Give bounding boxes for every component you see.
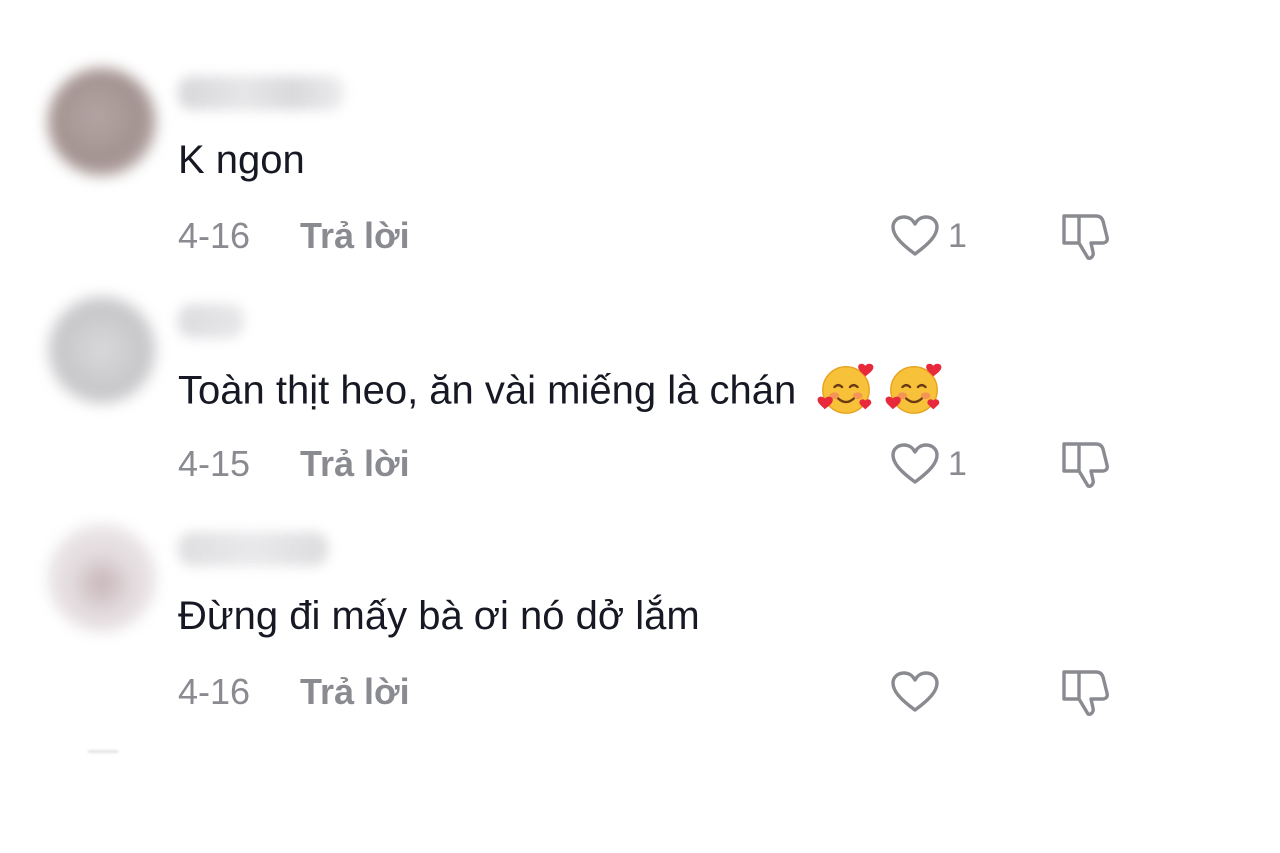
comment-item: Đừng đi mấy bà ơi nó dở lắm 4-16 Trả lời [0,518,1280,746]
heart-outline-icon [891,671,939,712]
thumbs-down-icon [1062,670,1109,716]
comment-date: 4-16 [178,671,251,712]
dislike-button[interactable] [1058,438,1114,490]
reply-button[interactable]: Trả lời [300,443,410,484]
like-count: 1 [948,216,967,255]
comment-meta: 4-16 Trả lời [178,212,410,260]
like-button[interactable]: 1 [890,440,967,488]
comment-text: Toàn thịt heo, ăn vài miếng là chán [178,363,943,422]
comment-meta: 4-15 Trả lời [178,440,410,488]
dislike-button[interactable] [1058,210,1114,262]
dislike-button[interactable] [1058,666,1114,718]
smiling-face-with-hearts-icon [885,363,942,414]
thumbs-down-icon [1062,214,1109,260]
like-count: 1 [948,444,967,483]
avatar[interactable] [48,296,156,404]
comment-text: K ngon [178,138,305,182]
comment-item: Toàn thịt heo, ăn vài miếng là chán 4-15… [0,290,1280,518]
emoji-group [817,360,943,418]
username-blurred[interactable] [178,304,244,338]
next-comment-edge [88,750,118,753]
comment-date: 4-15 [178,443,251,484]
smiling-face-with-hearts-icon [817,363,874,414]
comment-date: 4-16 [178,215,251,256]
username-blurred[interactable] [178,76,344,110]
like-button[interactable]: 1 [890,212,967,260]
comment-meta: 4-16 Trả lời [178,668,410,716]
username-blurred[interactable] [178,532,328,566]
reply-button[interactable]: Trả lời [300,215,410,256]
like-button[interactable] [890,668,948,716]
comment-item: K ngon 4-16 Trả lời 1 [0,62,1280,290]
heart-outline-icon [891,443,939,484]
thumbs-down-icon [1062,442,1109,488]
avatar[interactable] [48,524,156,632]
avatar[interactable] [48,68,156,176]
comment-text: Đừng đi mấy bà ơi nó dở lắm [178,594,700,638]
reply-button[interactable]: Trả lời [300,671,410,712]
heart-outline-icon [891,215,939,256]
